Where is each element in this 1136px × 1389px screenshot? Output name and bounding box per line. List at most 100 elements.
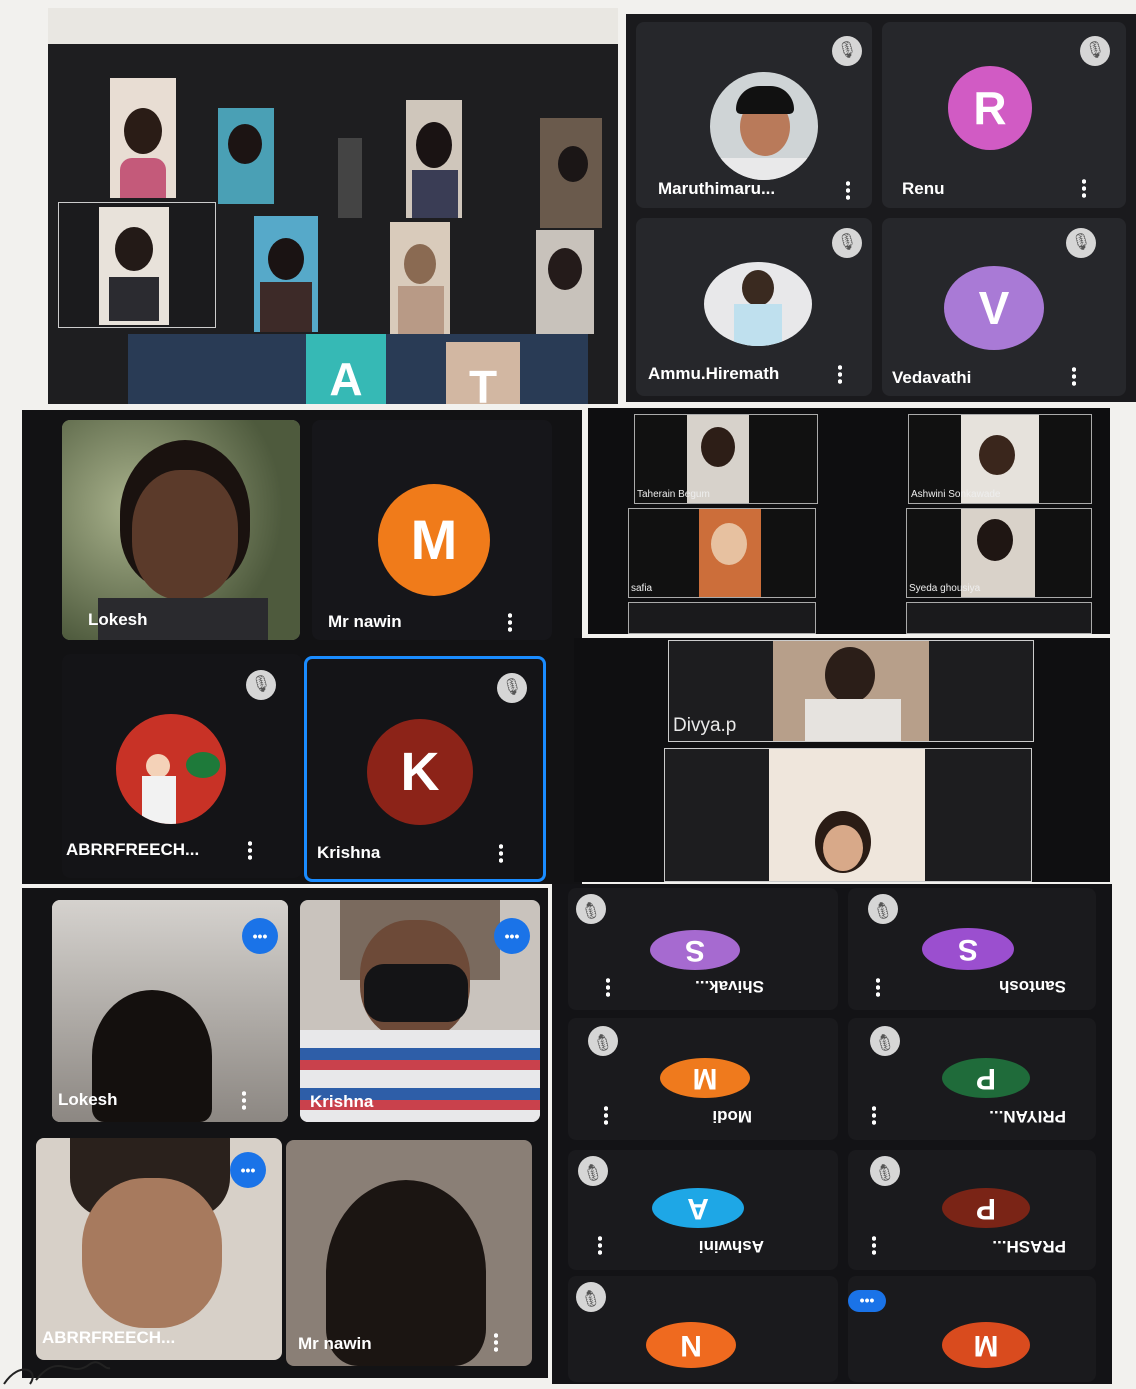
speaking-indicator-icon: •••: [848, 1290, 886, 1312]
participant-tile-active[interactable]: 🎙 K Krishna: [304, 656, 546, 882]
avatar-letter: P: [942, 1058, 1030, 1098]
video-tile: [110, 78, 176, 198]
participant-tile[interactable]: Ashwini A 🎙: [568, 1150, 838, 1270]
participant-tile[interactable]: Mr nawin: [286, 1140, 532, 1366]
avatar-letter: K: [367, 719, 473, 825]
more-options-icon[interactable]: [872, 1236, 876, 1256]
avatar-letter: S: [650, 930, 740, 970]
mic-off-icon: 🎙: [578, 1156, 608, 1186]
gallery-screenshot-bottom-right: M ••• N 🎙 PRASH... P 🎙 Ashwini A 🎙 PRIYA…: [552, 884, 1112, 1384]
gallery-screenshot-mid-right-bottom: Divya.p: [574, 638, 1110, 882]
participant-tile[interactable]: 🎙 V Vedavathi: [882, 218, 1126, 396]
mic-off-icon: 🎙: [870, 1026, 900, 1056]
more-options-icon[interactable]: [508, 612, 512, 632]
more-options-icon[interactable]: [604, 1106, 608, 1126]
participant-tile[interactable]: PRIYAN... P 🎙: [848, 1018, 1096, 1140]
more-options-icon[interactable]: [606, 978, 610, 998]
participant-tile[interactable]: 🎙 Ammu.Hiremath: [636, 218, 872, 396]
participant-name: PRIYAN...: [989, 1107, 1066, 1126]
participant-tile[interactable]: Shivak... S 🎙: [568, 888, 838, 1010]
participant-tile[interactable]: 🎙 R Renu: [882, 22, 1126, 208]
mic-off-icon: 🎙: [576, 1282, 606, 1312]
person-face: [132, 470, 238, 600]
video-tile: [628, 602, 816, 634]
video-tile: Syeda ghousiya: [906, 508, 1092, 598]
participant-name: Maruthimaru...: [658, 179, 776, 198]
avatar-letter: N: [646, 1322, 736, 1368]
profile-photo: [710, 72, 818, 180]
participant-name: Ashwini: [698, 1237, 764, 1256]
speaking-indicator-icon: •••: [494, 918, 530, 954]
participant-name: Mr nawin: [298, 1334, 372, 1353]
more-options-icon[interactable]: [876, 978, 880, 998]
participant-tile[interactable]: ••• Lokesh: [52, 900, 288, 1122]
video-tile: safia: [628, 508, 816, 598]
participant-label: safia: [631, 583, 653, 594]
participant-name: Shivak...: [695, 977, 764, 996]
profile-photo: [704, 262, 812, 346]
participant-tile[interactable]: Santosh S 🎙: [848, 888, 1096, 1010]
avatar-letter: S: [922, 928, 1014, 970]
video-tile: [536, 230, 594, 334]
participant-label: Divya.p: [673, 715, 737, 736]
video-tile: [218, 108, 274, 204]
participant-tile[interactable]: N 🎙: [568, 1276, 838, 1382]
avatar-letter: A: [652, 1188, 744, 1228]
participant-name: Ammu.Hiremath: [648, 364, 780, 383]
avatar-letter: M: [942, 1322, 1030, 1368]
mic-off-icon: 🎙: [497, 673, 527, 703]
person-face: [82, 1178, 222, 1328]
more-options-icon[interactable]: [242, 1090, 246, 1110]
signature: [3, 1361, 111, 1385]
more-options-icon[interactable]: [872, 1106, 876, 1126]
avatar-letter: R: [948, 66, 1032, 150]
avatar-letter: M: [378, 484, 490, 596]
participant-tile[interactable]: Lokesh: [62, 420, 300, 640]
video-tile: [254, 216, 318, 332]
video-tile: [664, 748, 1032, 882]
more-options-icon[interactable]: [838, 364, 842, 384]
more-options-icon[interactable]: [598, 1236, 602, 1256]
profile-photo: [116, 714, 226, 824]
mic-off-icon: 🎙: [576, 894, 606, 924]
participant-tile[interactable]: ••• ABRRFREECH...: [36, 1138, 282, 1360]
more-options-icon[interactable]: [248, 840, 252, 860]
participant-tile[interactable]: Modi M 🎙: [568, 1018, 838, 1140]
gallery-screenshot-bottom-left: ••• Lokesh ••• Krishna ••• ABRRFREECH...…: [22, 888, 548, 1378]
video-tile: [338, 138, 362, 218]
mic-off-icon: 🎙: [588, 1026, 618, 1056]
participant-name: Modi: [712, 1107, 752, 1126]
video-tile: [540, 118, 602, 228]
more-options-icon[interactable]: [499, 843, 503, 863]
speaking-indicator-icon: •••: [242, 918, 278, 954]
video-tile: Divya.p: [668, 640, 1034, 742]
participant-label: Taherain Begum: [637, 489, 710, 500]
participant-label: Ashwini Sonkawade: [911, 489, 1001, 500]
participant-name: Krishna: [310, 1092, 374, 1111]
gallery-screenshot-top-right: 🎙 Maruthimaru... 🎙 R Renu 🎙 Ammu.Hiremat…: [626, 14, 1136, 402]
video-tile: [406, 100, 462, 218]
mic-off-icon: 🎙: [246, 670, 276, 700]
more-options-icon[interactable]: [846, 180, 850, 200]
gallery-screenshot-mid-right-top: Taherain Begum Ashwini Sonkawade safia S…: [588, 408, 1110, 634]
participant-tile[interactable]: M Mr nawin: [312, 420, 552, 640]
window-edge: [48, 8, 618, 44]
more-options-icon[interactable]: [494, 1332, 498, 1352]
participant-tile[interactable]: 🎙 Maruthimaru...: [636, 22, 872, 208]
face-mask: [364, 964, 468, 1022]
more-options-icon[interactable]: [1072, 366, 1076, 386]
participant-tile[interactable]: PRASH... P 🎙: [848, 1150, 1096, 1270]
avatar-letter: M: [660, 1058, 750, 1098]
video-tile: [906, 602, 1092, 634]
mic-off-icon: 🎙: [1066, 228, 1096, 258]
video-tile-pinned: [58, 202, 216, 328]
participant-name: ABRRFREECH...: [66, 840, 200, 859]
participant-name: Santosh: [998, 977, 1066, 996]
participant-tile[interactable]: M •••: [848, 1276, 1096, 1382]
participant-tile[interactable]: 🎙 ABRRFREECH...: [62, 654, 302, 878]
more-options-icon[interactable]: [1082, 178, 1086, 198]
speaking-indicator-icon: •••: [230, 1152, 266, 1188]
gallery-screenshot-mid-left: Lokesh M Mr nawin 🎙 ABRRFREECH... 🎙 K Kr…: [22, 410, 582, 884]
mic-off-icon: 🎙: [868, 894, 898, 924]
participant-tile[interactable]: ••• Krishna: [300, 900, 540, 1122]
